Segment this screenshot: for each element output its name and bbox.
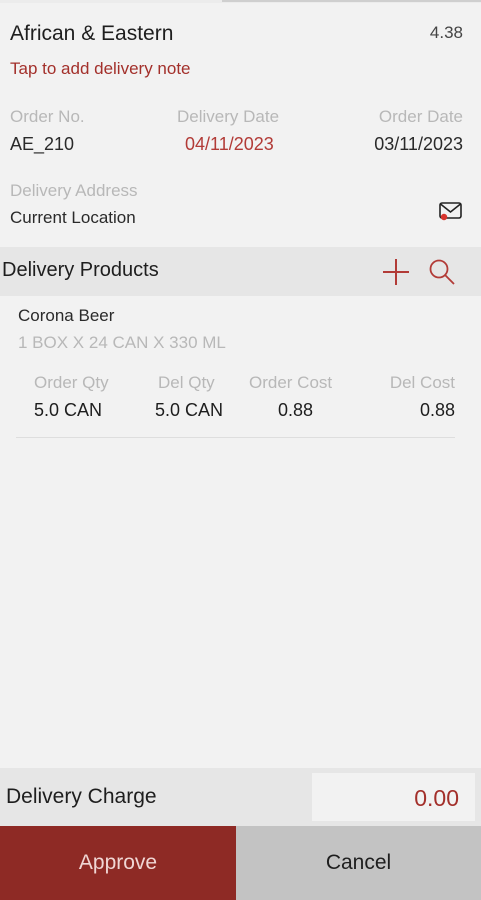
product-pack-size: 1 BOX X 24 CAN X 330 ML <box>18 333 226 352</box>
order-cost-label: Order Cost <box>249 373 333 392</box>
order-qty-label: Order Qty <box>34 373 109 392</box>
order-total: 4.38 <box>429 23 463 42</box>
delivery-date-label: Delivery Date <box>177 107 280 126</box>
del-qty-value: 5.0 CAN <box>155 400 224 420</box>
customer-name: African & Eastern <box>10 22 174 45</box>
item-divider <box>16 437 455 438</box>
order-qty-value: 5.0 CAN <box>34 400 103 420</box>
section-title: Delivery Products <box>2 259 159 281</box>
order-no-label: Order No. <box>10 107 85 126</box>
del-cost-value: 0.88 <box>419 400 455 420</box>
order-no-value: AE_210 <box>10 134 75 154</box>
delivery-charge-row: Delivery Charge 0.00 <box>0 768 481 826</box>
delivery-charge-input[interactable]: 0.00 <box>312 773 475 821</box>
order-date-label: Order Date <box>378 107 463 126</box>
delivery-charge-label: Delivery Charge <box>6 785 157 808</box>
del-qty-label: Del Qty <box>158 373 215 392</box>
top-divider <box>0 0 481 3</box>
plus-icon[interactable] <box>381 257 411 287</box>
delivery-address-value: Current Location <box>10 208 136 227</box>
search-icon[interactable] <box>428 258 456 286</box>
delivery-charge-value: 0.00 <box>414 785 459 811</box>
approve-button[interactable]: Approve <box>0 826 236 900</box>
envelope-icon[interactable] <box>438 200 464 222</box>
product-name: Corona Beer <box>18 306 115 325</box>
cancel-button[interactable]: Cancel <box>236 826 481 900</box>
del-cost-label: Del Cost <box>389 373 455 392</box>
order-cost-value: 0.88 <box>278 400 314 420</box>
order-date-value: 03/11/2023 <box>374 134 463 154</box>
list-item[interactable]: Corona Beer 1 BOX X 24 CAN X 330 ML Orde… <box>0 296 481 438</box>
delivery-date-value[interactable]: 04/11/2023 <box>185 134 274 155</box>
add-delivery-note-link[interactable]: Tap to add delivery note <box>10 59 191 79</box>
delivery-address-label: Delivery Address <box>10 181 138 200</box>
